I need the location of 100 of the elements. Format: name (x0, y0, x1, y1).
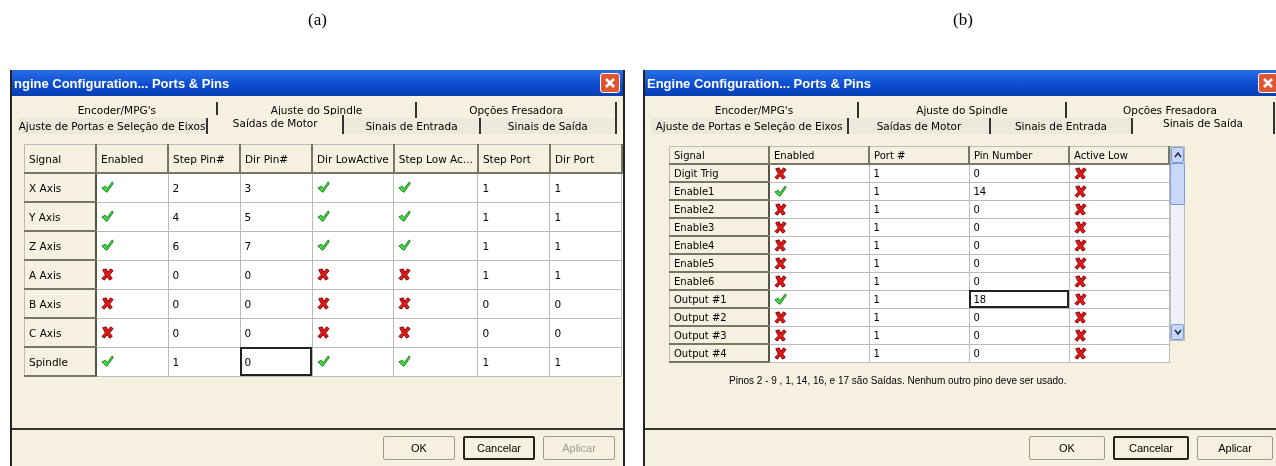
table-cell: 1 (477, 202, 550, 231)
table-cell: 4 (168, 202, 240, 231)
tab[interactable]: Ajuste de Portas e Seleção de Eixos (651, 118, 849, 134)
cross-icon[interactable] (1073, 346, 1087, 360)
row-header[interactable]: Y Axis (24, 202, 96, 231)
cross-icon[interactable] (774, 256, 787, 270)
table-cell: 1 (869, 254, 969, 272)
check-icon[interactable] (316, 210, 330, 223)
cross-icon[interactable] (101, 268, 114, 281)
dialog-button[interactable]: OK (1029, 436, 1105, 460)
scroll-down-button[interactable] (1171, 324, 1184, 340)
column-header[interactable]: Active Low (1069, 146, 1169, 164)
cross-icon[interactable] (1073, 292, 1087, 306)
check-icon[interactable] (316, 355, 330, 368)
dialog-button[interactable]: Cancelar (1113, 436, 1189, 460)
tab[interactable]: Sinais de Saída (1133, 115, 1275, 134)
table-cell: 0 (168, 318, 240, 347)
cross-icon[interactable] (774, 166, 787, 180)
cell-input[interactable]: 18 (969, 290, 1069, 308)
cross-icon[interactable] (1073, 184, 1087, 198)
check-icon[interactable] (774, 292, 787, 306)
column-header[interactable]: Signal (24, 144, 96, 173)
cross-icon[interactable] (316, 268, 330, 281)
cross-icon[interactable] (1073, 220, 1087, 234)
table-cell: 1 (477, 173, 550, 202)
column-header[interactable]: Step Low Ac... (393, 144, 478, 173)
table-cell: 14 (969, 182, 1069, 200)
table-cell: 1 (549, 173, 622, 202)
cross-icon[interactable] (1073, 328, 1087, 342)
table-cell: 3 (240, 173, 312, 202)
tab[interactable]: Saídas de Motor (849, 118, 991, 134)
check-icon[interactable] (398, 239, 412, 252)
close-button[interactable] (600, 73, 620, 93)
cross-icon[interactable] (101, 326, 114, 339)
cross-icon[interactable] (1073, 238, 1087, 252)
check-icon[interactable] (398, 210, 412, 223)
dialog-button[interactable]: Cancelar (463, 436, 535, 460)
column-header[interactable]: Dir Port (549, 144, 622, 173)
cross-icon[interactable] (774, 202, 787, 216)
column-header[interactable]: Enabled (96, 144, 168, 173)
table-cell: 1 (549, 260, 622, 289)
figure-caption: (a) (307, 9, 328, 31)
table-cell: 0 (969, 236, 1069, 254)
table-cell: 1 (869, 182, 969, 200)
check-icon[interactable] (316, 181, 330, 195)
column-header[interactable]: Enabled (769, 146, 869, 164)
column-header[interactable]: Dir LowActive (312, 144, 394, 173)
cross-icon[interactable] (774, 274, 787, 288)
table-cell: 0 (477, 289, 550, 318)
tab[interactable]: Sinais de Entrada (991, 118, 1133, 134)
cross-icon[interactable] (774, 310, 787, 324)
row-header[interactable]: Z Axis (24, 231, 96, 260)
table-cell: 0 (549, 318, 622, 347)
column-header[interactable]: Pin Number (969, 146, 1069, 164)
row-header[interactable]: B Axis (24, 289, 96, 318)
cross-icon[interactable] (398, 326, 412, 339)
cross-icon[interactable] (774, 346, 787, 360)
cross-icon[interactable] (1073, 256, 1087, 270)
cross-icon[interactable] (1073, 310, 1087, 324)
tab[interactable]: Ajuste de Portas e Seleção de Eixos (18, 118, 209, 134)
scroll-thumb[interactable] (1170, 163, 1185, 205)
check-icon[interactable] (101, 355, 114, 368)
check-icon[interactable] (398, 181, 412, 195)
column-header[interactable]: Step Port (477, 144, 550, 173)
check-icon[interactable] (316, 239, 330, 252)
tab[interactable]: Sinais de Entrada (344, 118, 481, 134)
row-header[interactable]: Spindle (24, 347, 96, 376)
cross-icon[interactable] (101, 297, 114, 310)
cross-icon[interactable] (316, 326, 330, 339)
cross-icon[interactable] (316, 297, 330, 310)
cross-icon[interactable] (398, 268, 412, 281)
scroll-up-button[interactable] (1171, 147, 1184, 163)
tab[interactable]: Sinais de Saída (480, 118, 617, 134)
table-cell: 1 (869, 326, 969, 344)
column-header[interactable]: Port # (869, 146, 969, 164)
cross-icon[interactable] (774, 220, 787, 234)
cross-icon[interactable] (1073, 166, 1087, 180)
table-cell: 1 (869, 344, 969, 362)
cross-icon[interactable] (774, 328, 787, 342)
cross-icon[interactable] (1073, 202, 1087, 216)
table-cell: 1 (477, 231, 550, 260)
column-header[interactable]: Dir Pin# (240, 144, 312, 173)
cross-icon[interactable] (1073, 274, 1087, 288)
table-cell: 0 (168, 289, 240, 318)
row-header[interactable]: X Axis (24, 173, 96, 202)
column-header[interactable]: Step Pin# (168, 144, 240, 173)
close-button[interactable] (1258, 73, 1276, 93)
row-header[interactable]: C Axis (24, 318, 96, 347)
dialog-button[interactable]: OK (383, 436, 455, 460)
row-header[interactable]: A Axis (24, 260, 96, 289)
dialog-button[interactable]: Aplicar (1197, 436, 1273, 460)
check-icon[interactable] (101, 239, 114, 252)
column-header[interactable]: Signal (669, 146, 769, 164)
check-icon[interactable] (101, 181, 114, 195)
check-icon[interactable] (774, 184, 787, 198)
cell-input[interactable]: 0 (240, 347, 312, 376)
check-icon[interactable] (101, 210, 114, 223)
cross-icon[interactable] (398, 297, 412, 310)
cross-icon[interactable] (774, 238, 787, 252)
check-icon[interactable] (398, 355, 412, 368)
